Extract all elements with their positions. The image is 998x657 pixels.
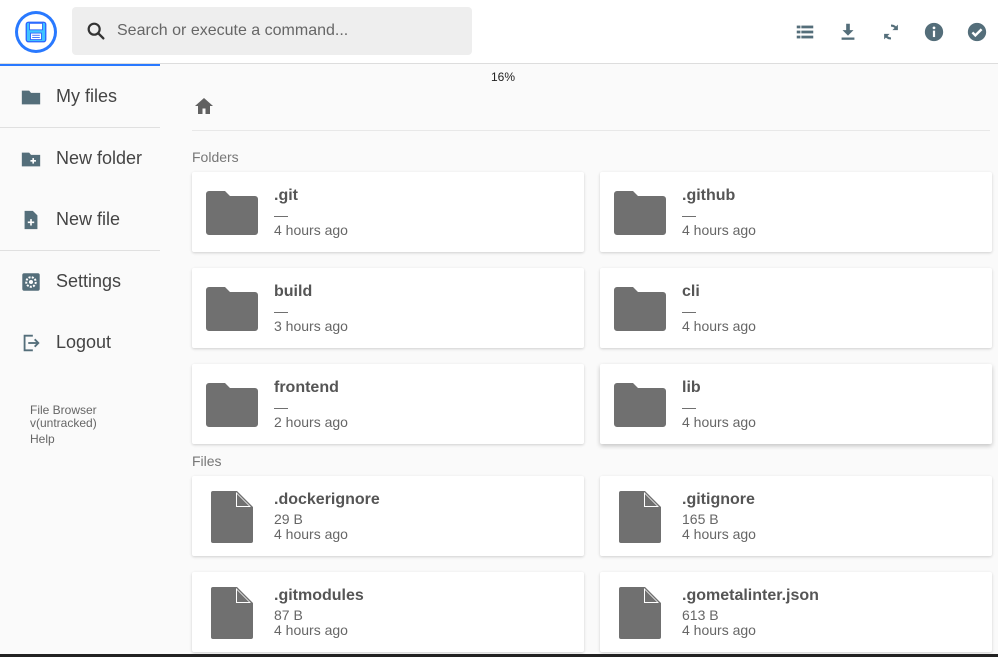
item-name: cli (682, 283, 700, 300)
sidebar-item-label: Logout (56, 332, 112, 352)
refresh-icon (883, 24, 898, 40)
search-icon (85, 20, 107, 42)
sidebar-item-new-folder[interactable]: New folder (0, 128, 160, 189)
folder-icon (204, 378, 260, 432)
file-item[interactable]: .gitignore 165 B 4 hours ago (600, 476, 992, 556)
files-heading: Files (192, 453, 222, 469)
check-circle-icon (967, 22, 986, 42)
sidebar-item-label: My files (56, 86, 118, 106)
item-size: — (682, 399, 696, 415)
item-modified: 4 hours ago (682, 526, 756, 542)
item-modified: 4 hours ago (682, 318, 756, 334)
item-name: build (274, 283, 313, 300)
item-name: .dockerignore (274, 491, 380, 508)
list-view-icon (796, 25, 813, 39)
item-size: — (682, 303, 696, 319)
app-logo[interactable] (15, 11, 57, 53)
file-icon (204, 490, 260, 544)
file-item[interactable]: .gometalinter.json 613 B 4 hours ago (600, 572, 992, 652)
download-icon (841, 23, 854, 40)
list-view-button[interactable] (783, 10, 826, 54)
sidebar-item-label: New folder (56, 148, 143, 168)
sidebar-footer: File Browser v(untracked) Help (30, 404, 97, 446)
item-size: — (274, 399, 288, 415)
progress-percentage: 16% (491, 70, 516, 84)
header-actions (783, 10, 998, 54)
file-icon (204, 586, 260, 640)
sidebar-item-logout[interactable]: Logout (0, 312, 160, 373)
item-size: 165 B (682, 511, 719, 527)
sidebar-item-label: Settings (56, 271, 122, 291)
folder-item[interactable]: frontend — 2 hours ago (192, 364, 584, 444)
item-modified: 4 hours ago (274, 526, 348, 542)
logout-icon (20, 332, 42, 354)
folder-item[interactable]: .git — 4 hours ago (192, 172, 584, 252)
breadcrumb (192, 94, 990, 120)
sidebar-item-label: New file (56, 209, 121, 229)
item-modified: 4 hours ago (274, 622, 348, 638)
item-size: 87 B (274, 607, 303, 623)
sidebar-item-my-files[interactable]: My files (0, 66, 160, 127)
item-size: — (274, 303, 288, 319)
item-size: 29 B (274, 511, 303, 527)
search-bar[interactable] (72, 7, 472, 55)
item-size: — (682, 207, 696, 223)
home-icon[interactable] (192, 94, 216, 123)
item-modified: 4 hours ago (682, 622, 756, 638)
item-name: frontend (274, 379, 339, 396)
top-bar (0, 0, 998, 64)
item-modified: 4 hours ago (274, 222, 348, 238)
folder-item[interactable]: lib — 4 hours ago (600, 364, 992, 444)
info-button[interactable] (912, 10, 955, 54)
folder-item[interactable]: .github — 4 hours ago (600, 172, 992, 252)
item-modified: 2 hours ago (274, 414, 348, 430)
folder-icon (204, 282, 260, 336)
create-new-folder-icon (20, 148, 42, 170)
folder-icon (204, 186, 260, 240)
settings-icon (20, 271, 42, 293)
item-modified: 4 hours ago (682, 414, 756, 430)
item-name: .github (682, 187, 736, 204)
download-button[interactable] (826, 10, 869, 54)
divider (192, 130, 990, 131)
folder-icon (612, 378, 668, 432)
item-name: .gometalinter.json (682, 587, 819, 604)
app-version: v(untracked) (30, 416, 97, 430)
file-icon (612, 490, 668, 544)
item-modified: 4 hours ago (682, 222, 756, 238)
folder-item[interactable]: cli — 4 hours ago (600, 268, 992, 348)
select-mode-button[interactable] (955, 10, 998, 54)
folder-icon (20, 86, 42, 108)
sidebar: My files New folder New file Settings Lo… (0, 66, 160, 657)
sidebar-item-new-file[interactable]: New file (0, 189, 160, 250)
item-name: lib (682, 379, 701, 396)
floppy-disk-icon (25, 21, 47, 43)
info-icon (924, 22, 943, 42)
sidebar-item-settings[interactable]: Settings (0, 251, 160, 312)
item-name: .gitignore (682, 491, 755, 508)
search-input[interactable] (117, 22, 457, 40)
file-icon (612, 586, 668, 640)
item-name: .gitmodules (274, 587, 364, 604)
folder-icon (612, 186, 668, 240)
note-add-icon (20, 209, 42, 231)
item-size: 613 B (682, 607, 719, 623)
folders-heading: Folders (192, 149, 239, 165)
file-item[interactable]: .dockerignore 29 B 4 hours ago (192, 476, 584, 556)
refresh-button[interactable] (869, 10, 912, 54)
file-item[interactable]: .gitmodules 87 B 4 hours ago (192, 572, 584, 652)
item-size: — (274, 207, 288, 223)
item-modified: 3 hours ago (274, 318, 348, 334)
folder-icon (612, 282, 668, 336)
help-link[interactable]: Help (30, 433, 97, 446)
folder-item[interactable]: build — 3 hours ago (192, 268, 584, 348)
item-name: .git (274, 187, 298, 204)
